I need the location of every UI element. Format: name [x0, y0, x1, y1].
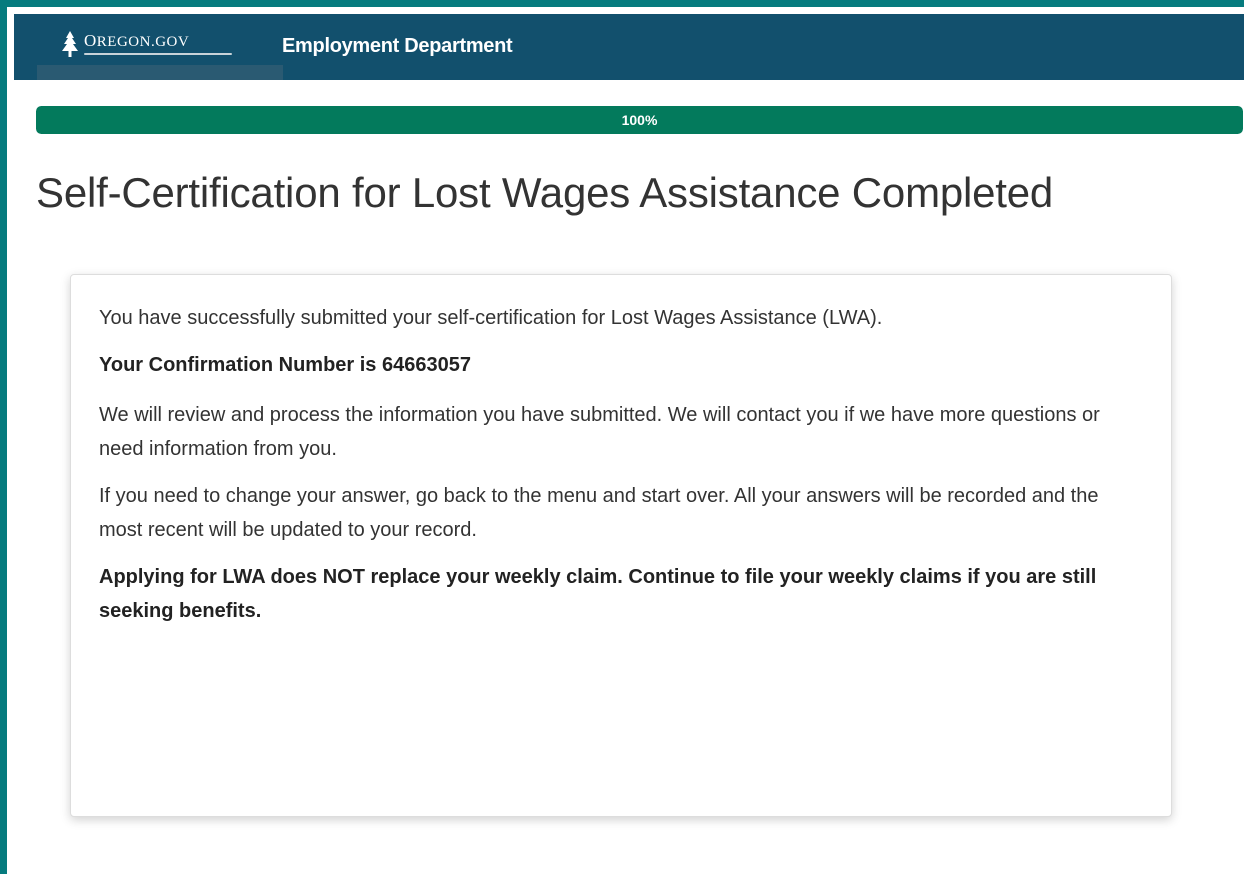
submission-message: You have successfully submitted your sel…: [99, 307, 883, 329]
weekly-claim-notice: Applying for LWA does NOT replace your w…: [99, 566, 1097, 622]
browser-frame: OREGON.GOV Employment Department 100% Se…: [0, 0, 1244, 874]
progress-bar: 100%: [36, 106, 1243, 134]
confirmation-number: Your Confirmation Number is 64663057: [99, 354, 471, 376]
department-title[interactable]: Employment Department: [282, 35, 513, 58]
logo-shadow-bar: [37, 65, 283, 80]
logo-text: OREGON.GOV: [84, 31, 190, 50]
tree-logo-icon: [62, 31, 78, 57]
review-message: We will review and process the informati…: [99, 404, 1100, 460]
site-header: OREGON.GOV Employment Department: [14, 14, 1244, 80]
logo-underline: [84, 53, 232, 55]
confirmation-card: You have successfully submitted your sel…: [70, 274, 1172, 817]
progress-fill: 100%: [36, 106, 1243, 134]
progress-label: 100%: [621, 112, 658, 128]
oregon-gov-logo[interactable]: OREGON.GOV: [60, 29, 232, 59]
change-answer-message: If you need to change your answer, go ba…: [99, 485, 1099, 541]
page-title: Self-Certification for Lost Wages Assist…: [36, 169, 1054, 216]
